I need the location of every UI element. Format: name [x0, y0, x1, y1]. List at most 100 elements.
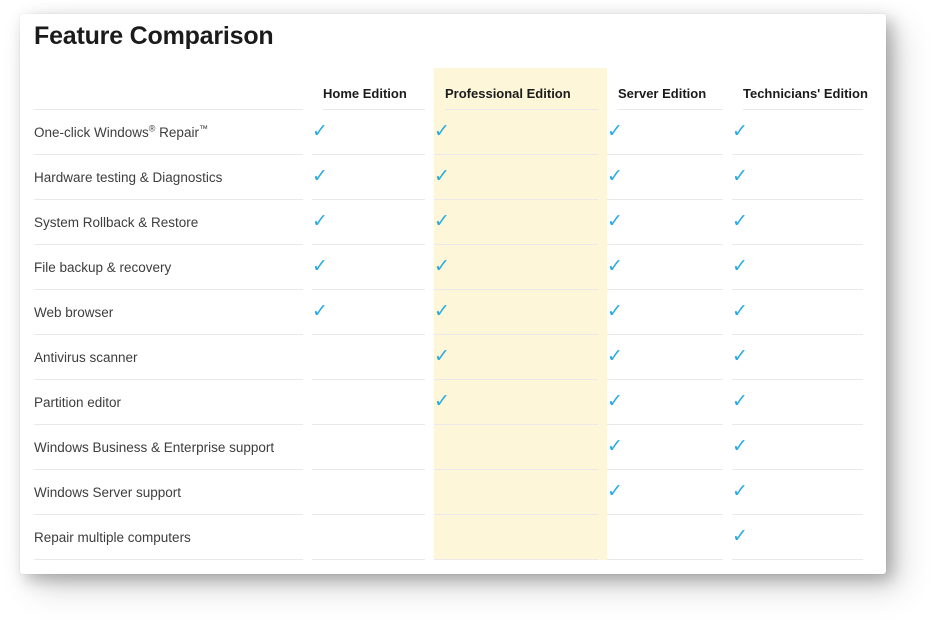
table-row: Antivirus scanner ✓ ✓ ✓	[34, 335, 872, 380]
feature-availability-inner: ✓	[607, 380, 732, 425]
page-root: Feature Comparison Home Edition Professio…	[0, 0, 942, 628]
feature-availability-cell: ✓	[732, 380, 872, 425]
column-header-technicians-edition[interactable]: Technicians' Edition	[732, 68, 872, 110]
feature-availability-cell: ✓	[732, 200, 872, 245]
feature-name-cell: System Rollback & Restore	[34, 200, 312, 245]
column-header-home-edition[interactable]: Home Edition	[312, 68, 434, 110]
feature-availability-cell: ✓	[312, 110, 434, 155]
feature-name-cell: File backup & recovery	[34, 245, 312, 290]
feature-availability-cell: ✓	[434, 110, 607, 155]
feature-name-cell: Partition editor	[34, 380, 312, 425]
feature-availability-cell: ✓	[732, 245, 872, 290]
feature-availability-inner: ✓	[732, 200, 872, 245]
feature-name-label: Partition editor	[34, 395, 122, 410]
feature-availability-cell	[434, 515, 607, 560]
table-row: Hardware testing & Diagnostics ✓ ✓ ✓ ✓	[34, 155, 872, 200]
feature-availability-cell	[434, 425, 607, 470]
feature-availability-inner: ✓	[732, 245, 872, 290]
empty-availability-marker	[434, 537, 435, 538]
feature-availability-inner: ✓	[607, 155, 732, 200]
table-row: System Rollback & Restore ✓ ✓ ✓ ✓	[34, 200, 872, 245]
feature-availability-inner	[312, 380, 434, 425]
feature-name-label: One-click Windows® Repair™	[34, 123, 208, 140]
column-header-inner: Professional Edition	[445, 68, 607, 110]
feature-name-inner: System Rollback & Restore	[34, 200, 312, 245]
feature-availability-inner: ✓	[434, 245, 607, 290]
feature-availability-inner: ✓	[732, 110, 872, 155]
checkmark-icon: ✓	[312, 210, 328, 232]
feature-name-label: Windows Business & Enterprise support	[34, 440, 275, 455]
feature-availability-inner: ✓	[607, 290, 732, 335]
trademark-symbol: ™	[198, 123, 208, 134]
feature-availability-inner: ✓	[434, 200, 607, 245]
feature-availability-cell: ✓	[732, 290, 872, 335]
feature-availability-inner: ✓	[732, 515, 872, 560]
feature-availability-inner: ✓	[434, 155, 607, 200]
feature-availability-cell: ✓	[607, 425, 732, 470]
feature-availability-inner: ✓	[312, 290, 434, 335]
feature-comparison-card: Feature Comparison Home Edition Professio…	[20, 14, 886, 574]
checkmark-icon: ✓	[312, 255, 328, 277]
checkmark-icon: ✓	[312, 165, 328, 187]
feature-availability-inner	[312, 515, 434, 560]
feature-availability-cell: ✓	[732, 470, 872, 515]
empty-availability-marker	[312, 402, 313, 403]
feature-name-label: Antivirus scanner	[34, 350, 138, 365]
column-header-feature	[34, 68, 312, 110]
checkmark-icon: ✓	[732, 435, 748, 457]
column-header-label: Home Edition	[323, 86, 407, 101]
feature-availability-cell: ✓	[434, 335, 607, 380]
checkmark-icon: ✓	[607, 480, 623, 502]
feature-availability-cell: ✓	[312, 200, 434, 245]
checkmark-icon: ✓	[312, 120, 328, 142]
page-title: Feature Comparison	[34, 22, 274, 50]
column-header-inner: Home Edition	[323, 68, 434, 110]
column-header-label: Professional Edition	[445, 86, 571, 101]
checkmark-icon: ✓	[607, 165, 623, 187]
feature-name-inner: Repair multiple computers	[34, 515, 312, 560]
feature-availability-inner: ✓	[434, 380, 607, 425]
feature-availability-cell: ✓	[607, 470, 732, 515]
feature-availability-inner	[312, 425, 434, 470]
feature-availability-inner: ✓	[312, 110, 434, 155]
column-header-label: Technicians' Edition	[743, 86, 868, 101]
feature-name-inner: Web browser	[34, 290, 312, 335]
feature-availability-cell	[434, 470, 607, 515]
checkmark-icon: ✓	[312, 300, 328, 322]
feature-availability-inner: ✓	[312, 155, 434, 200]
feature-availability-cell	[607, 515, 732, 560]
checkmark-icon: ✓	[434, 165, 450, 187]
column-header-server-edition[interactable]: Server Edition	[607, 68, 732, 110]
feature-name-label: Repair multiple computers	[34, 530, 191, 545]
checkmark-icon: ✓	[434, 390, 450, 412]
checkmark-icon: ✓	[732, 120, 748, 142]
column-header-feature-inner	[34, 68, 312, 110]
feature-availability-inner: ✓	[607, 245, 732, 290]
table-row: Windows Server support ✓ ✓	[34, 470, 872, 515]
feature-availability-inner: ✓	[607, 425, 732, 470]
checkmark-icon: ✓	[434, 300, 450, 322]
table-row: One-click Windows® Repair™ ✓ ✓ ✓ ✓	[34, 110, 872, 155]
checkmark-icon: ✓	[434, 255, 450, 277]
column-header-professional-edition[interactable]: Professional Edition	[434, 68, 607, 110]
feature-name-inner: Antivirus scanner	[34, 335, 312, 380]
feature-availability-inner: ✓	[732, 290, 872, 335]
feature-availability-inner	[312, 335, 434, 380]
feature-availability-cell: ✓	[434, 245, 607, 290]
feature-availability-cell: ✓	[607, 200, 732, 245]
feature-availability-inner: ✓	[434, 290, 607, 335]
feature-name-text-2: Repair	[155, 125, 199, 140]
feature-name-cell: Web browser	[34, 290, 312, 335]
checkmark-icon: ✓	[607, 435, 623, 457]
feature-availability-inner: ✓	[434, 335, 607, 380]
feature-name-label: File backup & recovery	[34, 260, 172, 275]
feature-name-inner: Windows Business & Enterprise support	[34, 425, 312, 470]
feature-name-inner: Hardware testing & Diagnostics	[34, 155, 312, 200]
feature-availability-cell	[312, 425, 434, 470]
feature-name-cell: One-click Windows® Repair™	[34, 110, 312, 155]
checkmark-icon: ✓	[607, 300, 623, 322]
feature-availability-inner: ✓	[607, 470, 732, 515]
feature-availability-cell: ✓	[607, 155, 732, 200]
comparison-table-wrapper: Home Edition Professional Edition Server E…	[34, 68, 872, 560]
feature-comparison-table: Home Edition Professional Edition Server E…	[34, 68, 872, 560]
